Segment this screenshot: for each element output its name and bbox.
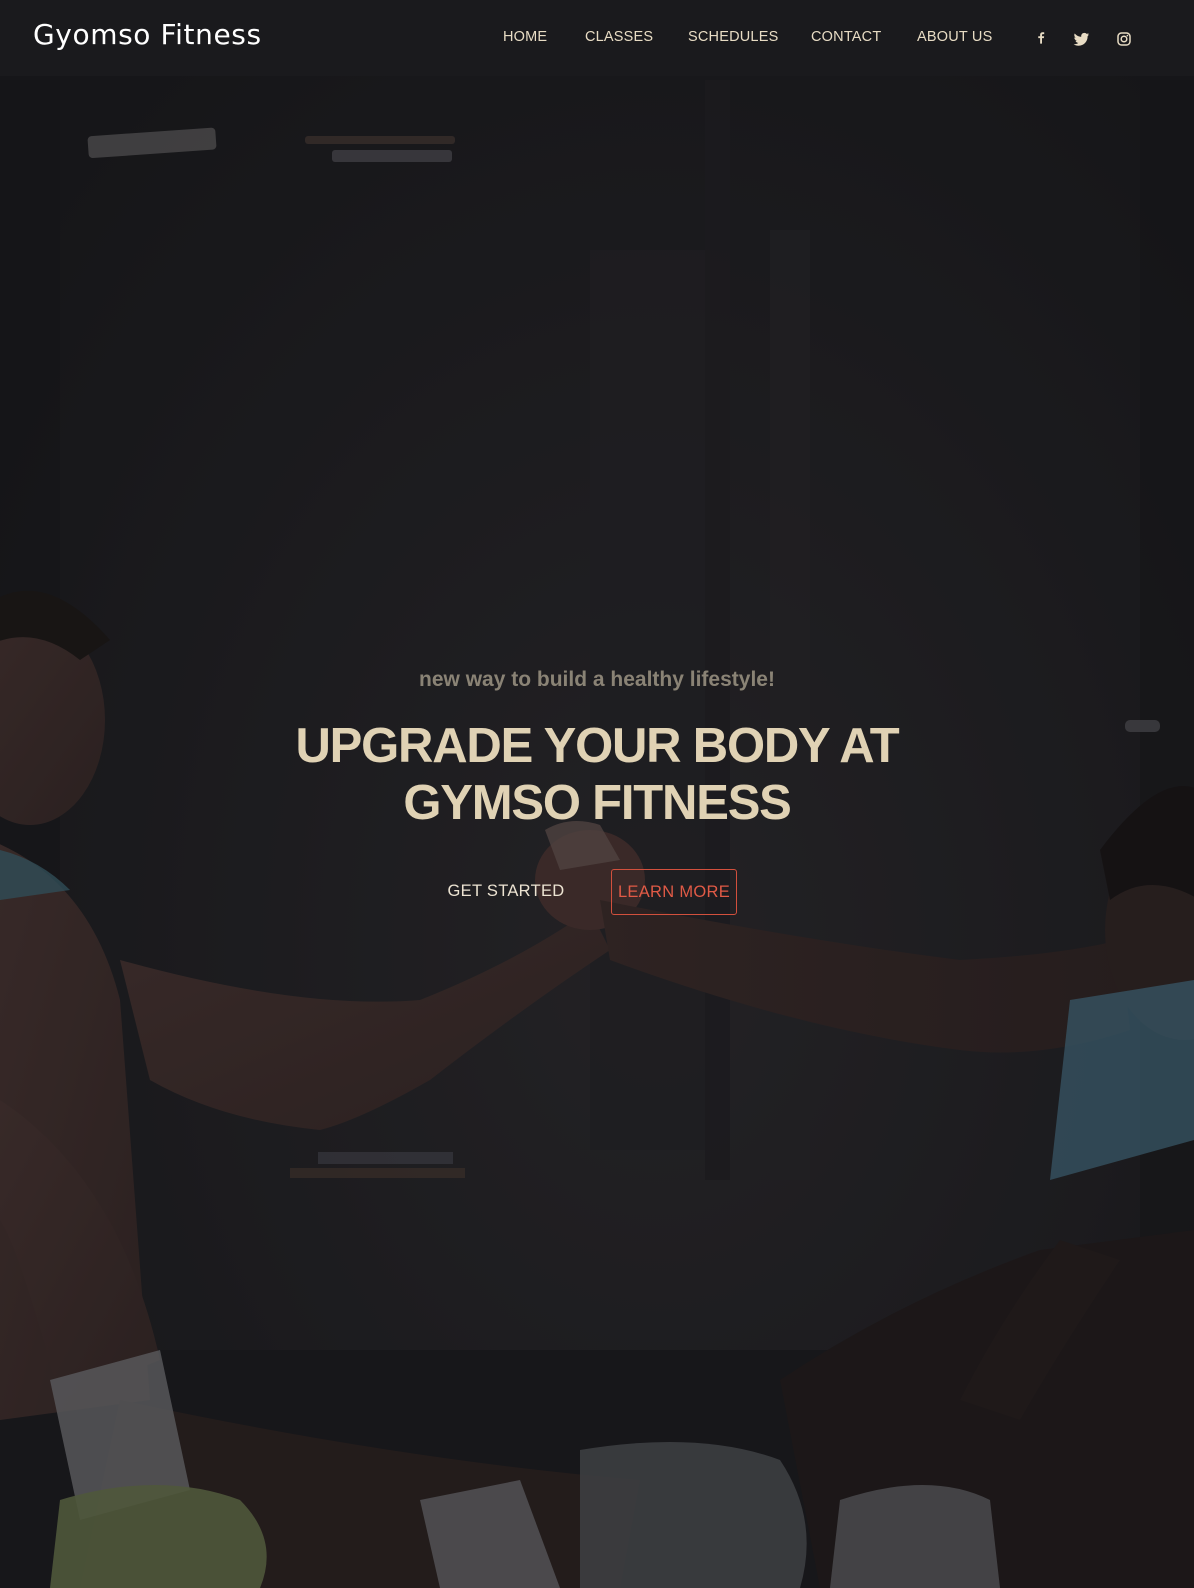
nav-item-classes[interactable]: CLASSES — [585, 29, 653, 45]
learn-more-button[interactable]: LEARN MORE — [611, 869, 737, 915]
nav-item-home[interactable]: HOME — [503, 29, 547, 45]
landing-page: Gyomso Fitness HOME CLASSES SCHEDULES CO… — [0, 0, 1194, 1588]
facebook-icon[interactable] — [1032, 30, 1050, 48]
get-started-button[interactable]: GET STARTED — [440, 869, 572, 913]
nav-item-schedules[interactable]: SCHEDULES — [688, 29, 778, 45]
hero-headline-line-2: GYMSO FITNESS — [403, 776, 792, 830]
twitter-icon[interactable] — [1073, 30, 1091, 48]
main-nav: HOME CLASSES SCHEDULES CONTACT ABOUT US — [0, 29, 1194, 49]
hero-headline: UPGRADE YOUR BODY AT GYMSO FITNESS — [0, 718, 1194, 832]
navbar: Gyomso Fitness HOME CLASSES SCHEDULES CO… — [0, 0, 1194, 76]
nav-item-about-us[interactable]: ABOUT US — [917, 29, 992, 45]
nav-item-contact[interactable]: CONTACT — [811, 29, 881, 45]
instagram-icon[interactable] — [1115, 30, 1133, 48]
hero-headline-line-1: UPGRADE YOUR BODY AT — [295, 719, 899, 773]
hero-tagline: new way to build a healthy lifestyle! — [419, 668, 775, 691]
